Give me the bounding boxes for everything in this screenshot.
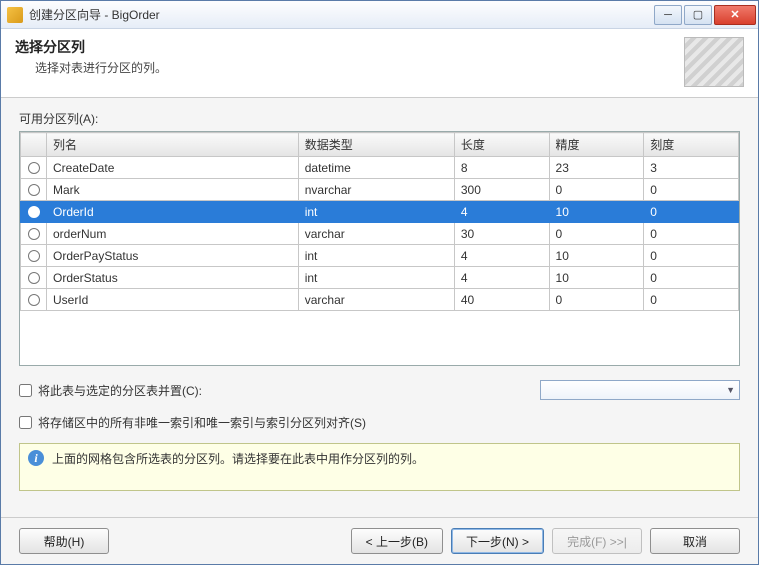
grid-header-type[interactable]: 数据类型 [298, 133, 454, 157]
help-button[interactable]: 帮助(H) [19, 528, 109, 554]
finish-button: 完成(F) >>| [552, 528, 642, 554]
footer: 帮助(H) < 上一步(B) 下一步(N) > 完成(F) >>| 取消 [1, 517, 758, 564]
cell-name: OrderStatus [47, 267, 299, 289]
info-box: i 上面的网格包含所选表的分区列。请选择要在此表中用作分区列的列。 [19, 443, 740, 491]
cell-name: OrderPayStatus [47, 245, 299, 267]
table-row[interactable]: UserIdvarchar4000 [21, 289, 739, 311]
row-radio-cell[interactable] [21, 267, 47, 289]
cell-type: nvarchar [298, 179, 454, 201]
cell-scale: 0 [644, 267, 739, 289]
info-icon: i [28, 450, 44, 466]
cell-scale: 3 [644, 157, 739, 179]
cell-length: 4 [454, 245, 549, 267]
table-row[interactable]: CreateDatedatetime8233 [21, 157, 739, 179]
next-button[interactable]: 下一步(N) > [451, 528, 544, 554]
cell-length: 30 [454, 223, 549, 245]
row-radio-cell[interactable] [21, 289, 47, 311]
cell-type: datetime [298, 157, 454, 179]
cell-precision: 0 [549, 223, 644, 245]
wizard-header: 选择分区列 选择对表进行分区的列。 [1, 29, 758, 98]
content-area: 可用分区列(A): 列名 数据类型 长度 精度 刻度 CreateDatedat… [1, 98, 758, 517]
grid-header-length[interactable]: 长度 [454, 133, 549, 157]
grid-header-row: 列名 数据类型 长度 精度 刻度 [21, 133, 739, 157]
chevron-down-icon: ▼ [726, 385, 735, 395]
cell-type: varchar [298, 223, 454, 245]
radio-icon [28, 294, 40, 306]
cell-scale: 0 [644, 245, 739, 267]
columns-grid[interactable]: 列名 数据类型 长度 精度 刻度 CreateDatedatetime8233M… [19, 131, 740, 366]
wizard-icon [684, 37, 744, 87]
maximize-button[interactable]: ▢ [684, 5, 712, 25]
page-subtitle: 选择对表进行分区的列。 [35, 59, 684, 76]
cell-scale: 0 [644, 179, 739, 201]
cell-length: 40 [454, 289, 549, 311]
cell-scale: 0 [644, 289, 739, 311]
window-buttons: ─ ▢ ✕ [652, 5, 756, 25]
cell-precision: 10 [549, 245, 644, 267]
grid-label: 可用分区列(A): [19, 110, 740, 127]
align-indexes-row: 将存储区中的所有非唯一索引和唯一索引与索引分区列对齐(S) [19, 414, 740, 431]
collocate-checkbox[interactable] [19, 384, 32, 397]
cell-type: varchar [298, 289, 454, 311]
table-row[interactable]: orderNumvarchar3000 [21, 223, 739, 245]
collocate-row: 将此表与选定的分区表并置(C): ▼ [19, 380, 740, 400]
align-indexes-label: 将存储区中的所有非唯一索引和唯一索引与索引分区列对齐(S) [38, 414, 366, 431]
table-row[interactable]: OrderPayStatusint4100 [21, 245, 739, 267]
cancel-button[interactable]: 取消 [650, 528, 740, 554]
row-radio-cell[interactable] [21, 157, 47, 179]
cell-type: int [298, 201, 454, 223]
radio-icon [28, 206, 40, 218]
collocate-combo[interactable]: ▼ [540, 380, 740, 400]
row-radio-cell[interactable] [21, 179, 47, 201]
cell-type: int [298, 267, 454, 289]
cell-precision: 0 [549, 179, 644, 201]
cell-name: orderNum [47, 223, 299, 245]
table-row[interactable]: OrderIdint4100 [21, 201, 739, 223]
table-row[interactable]: Marknvarchar30000 [21, 179, 739, 201]
align-indexes-checkbox[interactable] [19, 416, 32, 429]
minimize-button[interactable]: ─ [654, 5, 682, 25]
grid-header-scale[interactable]: 刻度 [644, 133, 739, 157]
cell-precision: 10 [549, 201, 644, 223]
cell-name: Mark [47, 179, 299, 201]
grid-header-radio [21, 133, 47, 157]
radio-icon [28, 184, 40, 196]
radio-icon [28, 272, 40, 284]
app-icon [7, 7, 23, 23]
cell-name: UserId [47, 289, 299, 311]
cell-length: 8 [454, 157, 549, 179]
collocate-label: 将此表与选定的分区表并置(C): [38, 382, 202, 399]
cell-length: 4 [454, 267, 549, 289]
grid-header-name[interactable]: 列名 [47, 133, 299, 157]
cell-type: int [298, 245, 454, 267]
cell-length: 300 [454, 179, 549, 201]
page-title: 选择分区列 [15, 37, 684, 57]
window-title: 创建分区向导 - BigOrder [29, 6, 652, 23]
titlebar[interactable]: 创建分区向导 - BigOrder ─ ▢ ✕ [1, 1, 758, 29]
table-row[interactable]: OrderStatusint4100 [21, 267, 739, 289]
cell-length: 4 [454, 201, 549, 223]
row-radio-cell[interactable] [21, 245, 47, 267]
close-button[interactable]: ✕ [714, 5, 756, 25]
cell-precision: 0 [549, 289, 644, 311]
cell-precision: 10 [549, 267, 644, 289]
back-button[interactable]: < 上一步(B) [351, 528, 443, 554]
radio-icon [28, 162, 40, 174]
cell-name: CreateDate [47, 157, 299, 179]
radio-icon [28, 228, 40, 240]
row-radio-cell[interactable] [21, 223, 47, 245]
row-radio-cell[interactable] [21, 201, 47, 223]
radio-icon [28, 250, 40, 262]
cell-scale: 0 [644, 223, 739, 245]
cell-scale: 0 [644, 201, 739, 223]
cell-name: OrderId [47, 201, 299, 223]
cell-precision: 23 [549, 157, 644, 179]
wizard-window: 创建分区向导 - BigOrder ─ ▢ ✕ 选择分区列 选择对表进行分区的列… [0, 0, 759, 565]
info-message: 上面的网格包含所选表的分区列。请选择要在此表中用作分区列的列。 [52, 450, 424, 467]
grid-header-precision[interactable]: 精度 [549, 133, 644, 157]
